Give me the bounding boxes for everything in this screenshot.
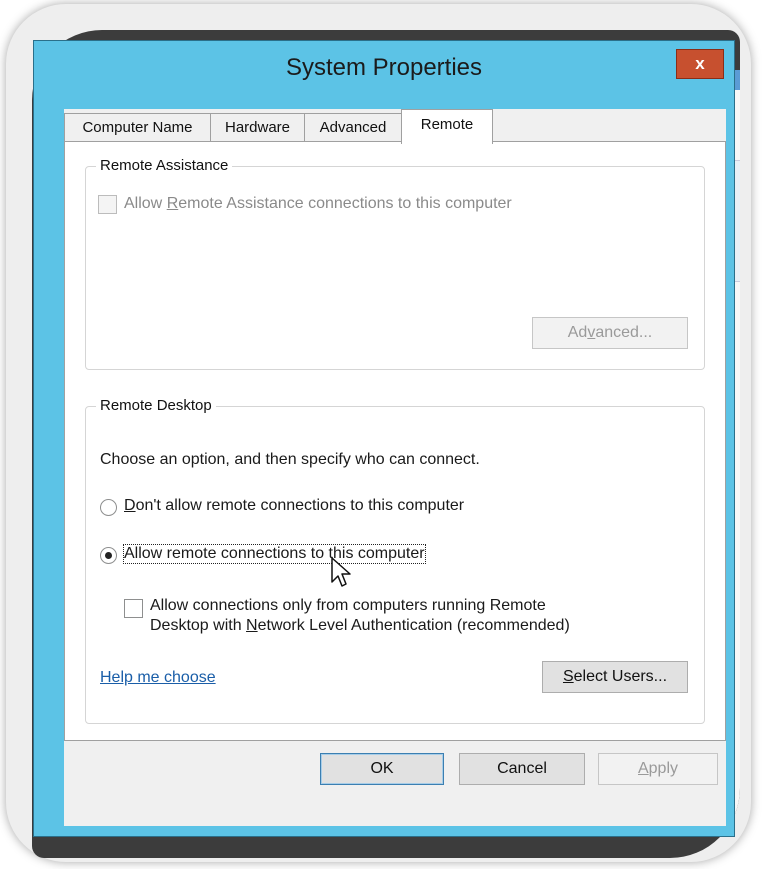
close-icon: x bbox=[695, 54, 705, 73]
title-bar[interactable]: System Properties x bbox=[34, 41, 734, 96]
dialog-title: System Properties bbox=[285, 54, 483, 81]
tab-strip: Computer Name Hardware Advanced Remote bbox=[64, 109, 726, 144]
help-me-choose-link[interactable]: Help me choose bbox=[100, 669, 216, 687]
tab-advanced[interactable]: Advanced bbox=[304, 113, 402, 142]
nla-label-line2[interactable]: Desktop with Network Level Authenticatio… bbox=[150, 617, 570, 635]
nla-label-line1[interactable]: Allow connections only from computers ru… bbox=[150, 597, 546, 615]
allow-remote-assistance-checkbox[interactable] bbox=[98, 195, 117, 214]
cancel-button[interactable]: Cancel bbox=[459, 753, 585, 785]
remote-desktop-instruction: Choose an option, and then specify who c… bbox=[100, 451, 480, 468]
tab-computer-name[interactable]: Computer Name bbox=[64, 113, 211, 142]
apply-button[interactable]: Apply bbox=[598, 753, 718, 785]
tab-remote[interactable]: Remote bbox=[401, 109, 493, 144]
remote-assistance-advanced-button[interactable]: Advanced... bbox=[532, 317, 688, 349]
remote-assistance-legend: Remote Assistance bbox=[96, 157, 233, 174]
remote-desktop-group: Remote Desktop Choose an option, and the… bbox=[85, 397, 705, 724]
remote-tab-panel: Remote Assistance Allow Remote Assistanc… bbox=[64, 141, 726, 741]
nla-checkbox[interactable] bbox=[124, 599, 143, 618]
remote-assistance-group: Remote Assistance Allow Remote Assistanc… bbox=[85, 157, 705, 370]
close-button[interactable]: x bbox=[676, 49, 724, 79]
dont-allow-remote-label[interactable]: Don't allow remote connections to this c… bbox=[124, 497, 464, 515]
allow-remote-radio[interactable] bbox=[100, 547, 117, 564]
allow-remote-assistance-label: Allow Remote Assistance connections to t… bbox=[124, 195, 512, 212]
ok-button[interactable]: OK bbox=[320, 753, 444, 785]
dialog-client: Computer Name Hardware Advanced Remote R… bbox=[64, 109, 726, 826]
select-users-button[interactable]: Select Users... bbox=[542, 661, 688, 693]
system-properties-dialog: System Properties x Computer Name Hardwa… bbox=[33, 40, 735, 837]
allow-remote-label[interactable]: Allow remote connections to this compute… bbox=[123, 544, 426, 564]
remote-desktop-legend: Remote Desktop bbox=[96, 397, 216, 414]
tab-hardware[interactable]: Hardware bbox=[210, 113, 305, 142]
mouse-pointer-icon bbox=[331, 557, 351, 587]
dont-allow-remote-radio[interactable] bbox=[100, 499, 117, 516]
